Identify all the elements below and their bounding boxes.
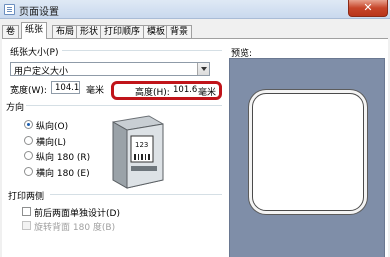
radio-landscape[interactable] xyxy=(24,136,33,145)
radio-portrait-180-label[interactable]: 纵向 180 (R) xyxy=(36,150,90,163)
tab-roll[interactable]: 卷 xyxy=(2,25,20,38)
radio-portrait[interactable] xyxy=(24,120,33,129)
duplex-group-title: 打印两侧 xyxy=(8,192,45,202)
preview-panel xyxy=(229,58,385,257)
tab-layout[interactable]: 布局 xyxy=(52,25,79,38)
rotate-back-180-label: 旋转背面 180 度(B) xyxy=(34,223,116,233)
rotate-back-180-checkbox[interactable] xyxy=(22,221,31,230)
radio-landscape-label[interactable]: 横向(L) xyxy=(36,135,66,148)
height-unit: 毫米 xyxy=(198,88,217,98)
chevron-down-icon[interactable] xyxy=(197,63,209,75)
app-icon xyxy=(4,4,15,15)
printer-illustration-text: 123 xyxy=(135,141,148,149)
page-setup-dialog: 页面设置 ✕ 卷 纸张 布局 形状 打印顺序 模板 背景 纸张大小(P) 用户定… xyxy=(0,0,390,257)
paper-size-separator xyxy=(62,50,222,51)
window-title: 页面设置 xyxy=(19,7,59,18)
tab-shape[interactable]: 形状 xyxy=(76,25,103,38)
radio-portrait-label[interactable]: 纵向(O) xyxy=(36,119,68,132)
tab-print-order[interactable]: 打印顺序 xyxy=(100,25,145,38)
paper-size-selected: 用户定义大小 xyxy=(14,67,69,77)
design-sides-separately-label[interactable]: 前后两面单独设计(D) xyxy=(34,206,120,219)
orientation-group-title: 方向 xyxy=(6,103,25,113)
width-label: 宽度(W): xyxy=(10,86,47,96)
height-value: 101.6 xyxy=(173,85,198,95)
design-sides-separately-checkbox[interactable] xyxy=(22,207,31,216)
title-bar[interactable]: 页面设置 ✕ xyxy=(0,0,390,19)
radio-portrait-180[interactable] xyxy=(24,151,33,160)
radio-landscape-180[interactable] xyxy=(24,167,33,176)
label-printer-icon: 123 xyxy=(112,115,164,189)
paper-size-group-title: 纸张大小(P) xyxy=(10,48,59,58)
width-input[interactable]: 104.1 xyxy=(51,81,80,94)
paper-preview xyxy=(252,93,364,211)
orientation-separator xyxy=(26,105,222,106)
tab-page-paper: 纸张大小(P) 用户定义大小 宽度(W): 104.1 毫米 高度(H): 10… xyxy=(2,38,388,257)
paper-size-select[interactable]: 用户定义大小 xyxy=(10,62,210,77)
tab-paper[interactable]: 纸张 xyxy=(21,22,48,39)
height-label: 高度(H): xyxy=(135,88,170,98)
height-input[interactable]: 101.6 xyxy=(169,83,198,96)
tab-background[interactable]: 背景 xyxy=(166,25,193,38)
width-value: 104.1 xyxy=(55,83,80,93)
radio-landscape-180-label[interactable]: 横向 180 (E) xyxy=(36,166,90,179)
width-unit: 毫米 xyxy=(86,86,105,96)
close-button[interactable]: ✕ xyxy=(348,0,388,17)
duplex-separator xyxy=(50,194,222,195)
